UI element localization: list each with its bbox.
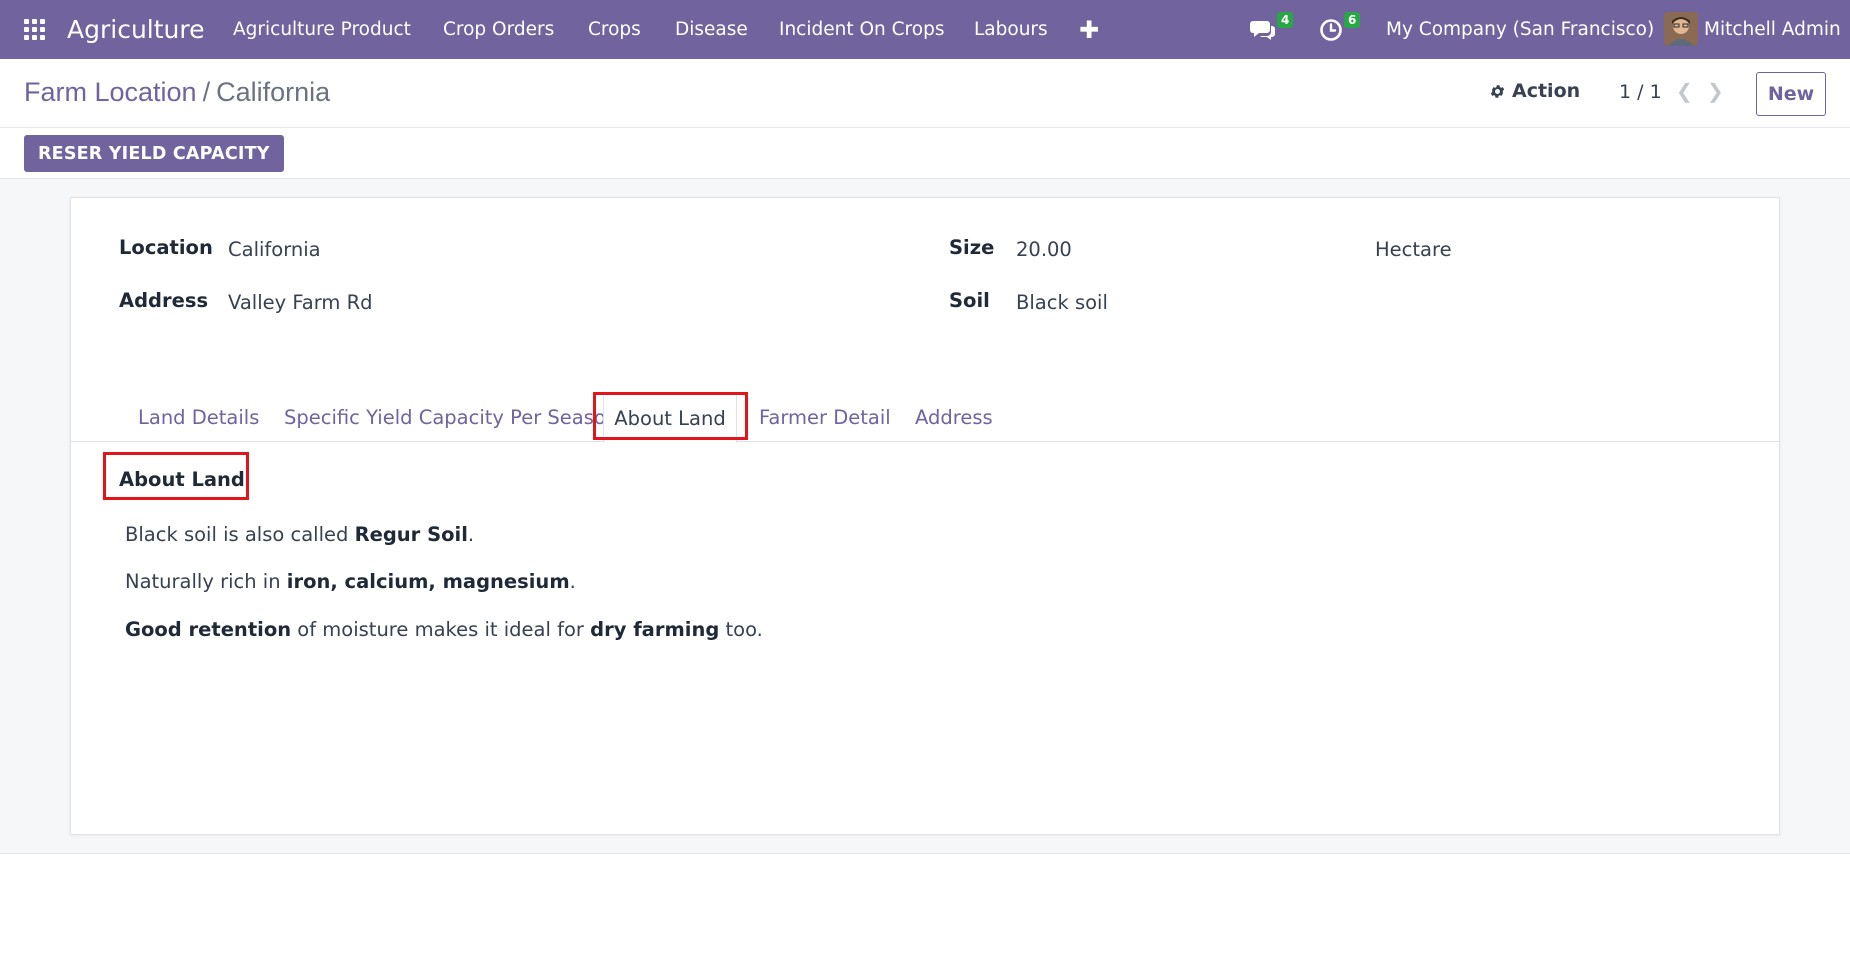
app-name[interactable]: Agriculture	[67, 0, 205, 59]
new-button[interactable]: New	[1756, 72, 1826, 116]
about-paragraph-1: Black soil is also called Regur Soil.	[125, 523, 475, 546]
soil-label: Soil	[949, 289, 990, 312]
notebook-tabs: Land Details Specific Yield Capacity Per…	[71, 393, 1779, 443]
menu-crop-orders[interactable]: Crop Orders	[443, 0, 554, 59]
action-label: Action	[1512, 80, 1581, 102]
top-navbar: Agriculture Agriculture Product Crop Ord…	[0, 0, 1850, 59]
breadcrumb-farm-location[interactable]: Farm Location	[24, 77, 197, 107]
breadcrumb-separator: /	[202, 77, 211, 107]
location-field[interactable]: California	[228, 238, 321, 261]
menu-agriculture-product[interactable]: Agriculture Product	[233, 0, 411, 59]
about-land-heading: About Land	[119, 468, 245, 491]
tab-about-land[interactable]: About Land	[603, 393, 737, 443]
action-button[interactable]: Action	[1489, 80, 1580, 102]
soil-field[interactable]: Black soil	[1016, 291, 1108, 314]
tab-specific-yield-capacity[interactable]: Specific Yield Capacity Per Season	[284, 393, 618, 442]
address-field[interactable]: Valley Farm Rd	[228, 291, 373, 314]
about-paragraph-3: Good retention of moisture makes it idea…	[125, 618, 763, 641]
pager-previous-icon[interactable]: ❮	[1676, 79, 1693, 103]
gear-icon	[1490, 84, 1505, 98]
form-statusbar: RESER YIELD CAPACITY	[0, 128, 1850, 179]
user-avatar[interactable]	[1664, 12, 1698, 46]
pager-value[interactable]: 1 / 1	[1619, 81, 1662, 103]
apps-menu-icon[interactable]	[24, 0, 50, 59]
menu-disease[interactable]: Disease	[675, 0, 748, 59]
activities-button[interactable]: 6	[1319, 0, 1361, 59]
tab-farmer-detail[interactable]: Farmer Detail	[759, 393, 891, 442]
messages-button[interactable]: 4	[1250, 0, 1294, 59]
pager-next-icon[interactable]: ❯	[1707, 79, 1724, 103]
location-label: Location	[119, 236, 213, 259]
activities-badge: 6	[1344, 12, 1361, 28]
size-unit[interactable]: Hectare	[1375, 238, 1452, 261]
menu-labours[interactable]: Labours	[974, 0, 1048, 59]
menu-incident-on-crops[interactable]: Incident On Crops	[779, 0, 944, 59]
chat-icon	[1250, 20, 1275, 40]
address-label: Address	[119, 289, 209, 312]
breadcrumb: Farm Location / California	[24, 77, 330, 108]
add-menu-icon[interactable]: ✚	[1079, 0, 1099, 59]
about-paragraph-2: Naturally rich in iron, calcium, magnesi…	[125, 570, 576, 593]
messages-badge: 4	[1277, 12, 1294, 28]
size-field[interactable]: 20.00	[1016, 238, 1072, 261]
company-switcher[interactable]: My Company (San Francisco)	[1386, 0, 1654, 59]
control-panel: Farm Location / California Action 1 / 1 ❮ …	[0, 59, 1850, 128]
form-sheet: Location California Address Valley Farm …	[70, 197, 1780, 835]
tab-land-details[interactable]: Land Details	[138, 393, 259, 442]
breadcrumb-current: California	[216, 77, 331, 107]
size-label: Size	[949, 236, 995, 259]
tab-address[interactable]: Address	[915, 393, 993, 442]
clock-icon	[1320, 18, 1342, 41]
reset-yield-capacity-button[interactable]: RESER YIELD CAPACITY	[24, 135, 284, 172]
user-menu[interactable]: Mitchell Admin	[1704, 0, 1841, 59]
menu-crops[interactable]: Crops	[588, 0, 641, 59]
